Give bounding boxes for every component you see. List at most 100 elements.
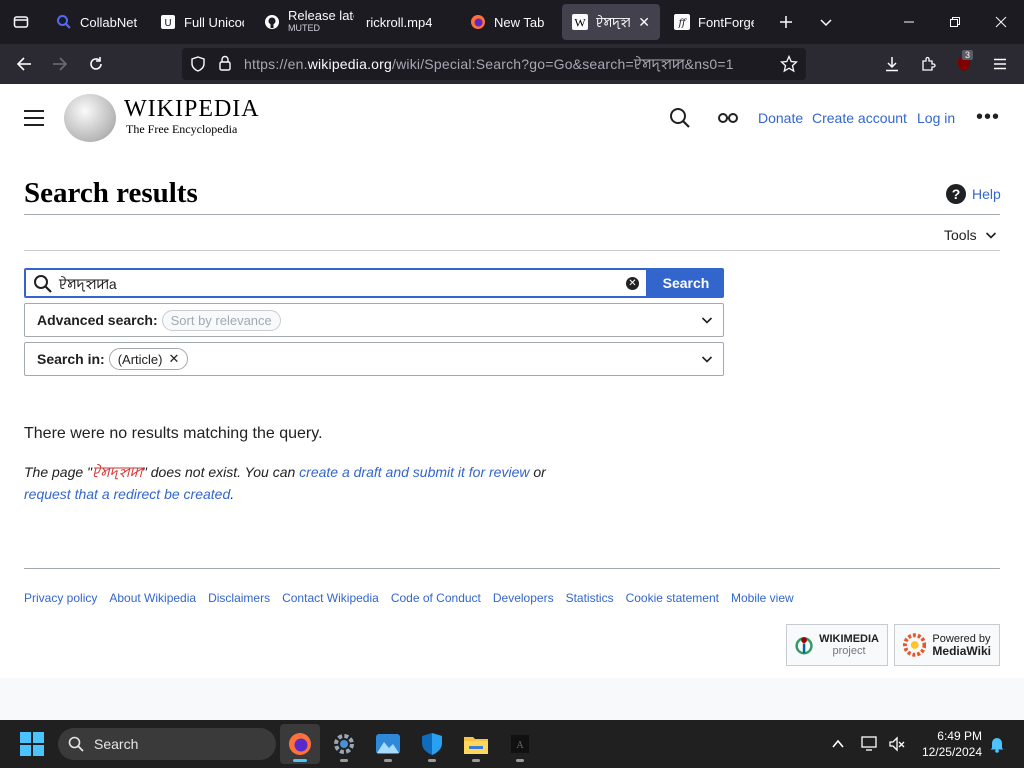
more-options-icon[interactable]: ••• (976, 107, 1000, 127)
tools-divider (24, 250, 1000, 251)
taskbar-file-explorer[interactable] (456, 724, 496, 764)
remove-chip-icon[interactable]: ✕ (168, 351, 179, 367)
tools-menu[interactable]: Tools (944, 227, 997, 243)
footer-link-about[interactable]: About Wikipedia (109, 591, 196, 605)
tools-label: Tools (944, 227, 977, 243)
network-status[interactable] (856, 724, 884, 764)
help-link[interactable]: ? Help (946, 184, 1001, 204)
minimize-button[interactable] (886, 0, 932, 44)
taskbar-settings[interactable] (324, 724, 364, 764)
page-title: Search results (24, 177, 198, 209)
restore-button[interactable] (932, 0, 978, 44)
tab-collabnet[interactable]: CollabNet (46, 4, 150, 40)
tab-label: rickroll.mp4 (366, 14, 433, 30)
donate-link[interactable]: Donate (758, 110, 803, 126)
app-menu-button[interactable] (984, 48, 1016, 80)
tab-label: FontForge (698, 14, 754, 30)
create-draft-link[interactable]: create a draft and submit it for review (299, 464, 529, 480)
wikimedia-project-badge[interactable]: WIKIMEDIA project (786, 624, 888, 666)
powered-by-mediawiki-badge[interactable]: Powered by MediaWiki (894, 624, 1000, 666)
appearance-glasses-icon[interactable] (716, 106, 740, 130)
namespace-label: (Article) (117, 351, 163, 367)
extensions-button[interactable] (912, 48, 944, 80)
footer-link-statistics[interactable]: Statistics (566, 591, 614, 605)
tab-wikipedia-active[interactable]: W ꠄꠝꠖꠡꠇ ✕ (562, 4, 660, 40)
taskbar-defender[interactable] (412, 724, 452, 764)
notifications-button[interactable] (984, 724, 1010, 764)
volume-status[interactable] (884, 724, 910, 764)
minimize-icon (904, 21, 914, 23)
tab-new-tab[interactable]: New Tab (460, 4, 560, 40)
missing-page-link[interactable]: ꠄꠝꠖꠡꠇ (92, 464, 142, 480)
firefox-icon (289, 733, 311, 755)
system-clock[interactable]: 6:49 PM 12/25/2024 (914, 728, 982, 760)
search-button[interactable]: Search (648, 268, 724, 298)
close-window-button[interactable] (978, 0, 1024, 44)
footer-divider (24, 568, 1000, 569)
advanced-search-panel[interactable]: Advanced search: Sort by relevance (24, 303, 724, 337)
footer-link-contact[interactable]: Contact Wikipedia (282, 591, 379, 605)
taskbar-app[interactable]: A (500, 724, 540, 764)
clock-date: 12/25/2024 (921, 745, 982, 759)
tab-fontforge[interactable]: ff FontForge (664, 4, 764, 40)
create-account-link[interactable]: Create account (812, 110, 907, 126)
app-icon: A (511, 735, 529, 753)
request-redirect-link[interactable]: request that a redirect be created (24, 486, 230, 502)
restore-icon (950, 17, 960, 27)
tab-rickroll[interactable]: rickroll.mp4 (356, 4, 458, 40)
tab-release[interactable]: Release late MUTED (254, 4, 354, 40)
tab-label: New Tab (494, 14, 545, 30)
footer-link-cookies[interactable]: Cookie statement (626, 591, 719, 605)
search-icon[interactable] (668, 106, 692, 130)
search-icon (33, 274, 53, 299)
windows-start-icon[interactable] (20, 732, 44, 756)
wikimedia-logo-icon (795, 637, 813, 655)
chevron-down-icon[interactable] (701, 314, 713, 326)
search-in-panel[interactable]: Search in: (Article) ✕ (24, 342, 724, 376)
badge-text: WIKIMEDIA (819, 633, 879, 645)
hamburger-menu-icon (994, 58, 1006, 70)
tab-full-unicode[interactable]: U Full Unicode (150, 4, 254, 40)
taskbar-search[interactable]: Search (58, 728, 276, 760)
tab-overflow-button[interactable] (804, 0, 848, 44)
clock-time: 6:49 PM (937, 729, 982, 743)
taskbar-firefox[interactable] (280, 724, 320, 764)
close-tab-icon[interactable]: ✕ (638, 14, 650, 31)
sort-chip[interactable]: Sort by relevance (161, 309, 281, 331)
show-hidden-icons[interactable] (822, 724, 854, 764)
lock-icon[interactable] (218, 55, 232, 74)
badge-text: project (832, 645, 866, 657)
downloads-button[interactable] (876, 48, 908, 80)
search-input[interactable]: ꠄꠝꠖꠡꠇa ✕ (24, 268, 648, 298)
forward-button[interactable] (44, 48, 76, 80)
back-button[interactable] (8, 48, 40, 80)
footer-link-disclaimers[interactable]: Disclaimers (208, 591, 270, 605)
footer-link-developers[interactable]: Developers (493, 591, 554, 605)
list-all-tabs-button[interactable] (0, 0, 42, 44)
taskbar-photos[interactable] (368, 724, 408, 764)
arrow-left-icon (16, 57, 31, 71)
wikipedia-wordmark[interactable]: WIKIPEDIA (124, 96, 260, 123)
photos-icon (376, 734, 400, 754)
login-link[interactable]: Log in (917, 110, 955, 126)
shield-icon[interactable] (190, 56, 206, 75)
speaker-muted-icon (889, 736, 905, 752)
chevron-down-icon[interactable] (701, 353, 713, 365)
new-tab-button[interactable] (764, 0, 808, 44)
wikipedia-globe-logo[interactable] (64, 94, 116, 142)
svg-text:U: U (164, 18, 171, 29)
reload-button[interactable] (80, 48, 112, 80)
footer-link-mobile[interactable]: Mobile view (731, 591, 794, 605)
address-bar[interactable]: https://en.wikipedia.org/wiki/Special:Se… (182, 48, 806, 80)
search-in-label: Search in: (37, 351, 105, 367)
footer-link-conduct[interactable]: Code of Conduct (391, 591, 481, 605)
main-menu-icon[interactable] (24, 110, 44, 126)
footer-link-privacy[interactable]: Privacy policy (24, 591, 97, 605)
chevron-up-icon (832, 739, 844, 748)
muted-label: MUTED (288, 23, 320, 33)
namespace-chip[interactable]: (Article) ✕ (108, 348, 189, 370)
url-text: https://en.wikipedia.org/wiki/Special:Se… (244, 55, 734, 72)
bookmark-star-icon[interactable] (779, 54, 799, 76)
clear-search-icon[interactable]: ✕ (626, 277, 639, 290)
para-text: or (529, 464, 546, 480)
